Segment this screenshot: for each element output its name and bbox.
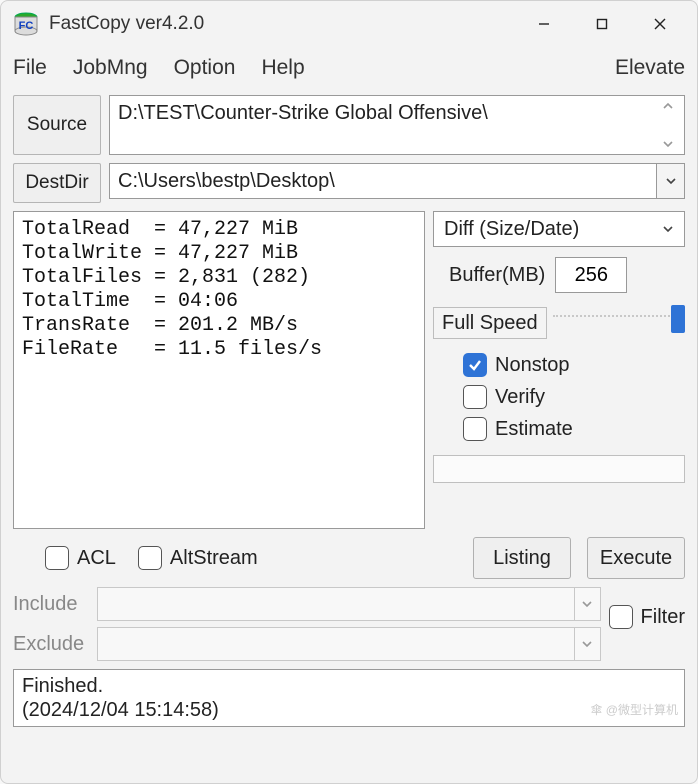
filter-label: Filter (641, 606, 685, 629)
menubar: File JobMng Option Help Elevate (1, 47, 697, 89)
app-icon: FC (13, 11, 39, 37)
include-dropdown[interactable] (574, 588, 600, 620)
maximize-button[interactable] (573, 4, 631, 44)
watermark: 傘 @微型计算机 (590, 698, 678, 722)
speed-slider[interactable] (553, 315, 685, 343)
destdir-button[interactable]: DestDir (13, 163, 101, 203)
destdir-input[interactable]: C:\Users\bestp\Desktop\ (109, 163, 657, 199)
stats-panel: TotalRead = 47,227 MiB TotalWrite = 47,2… (13, 211, 425, 529)
listing-button[interactable]: Listing (473, 537, 571, 579)
buffer-label: Buffer(MB) (449, 264, 545, 287)
acl-label: ACL (77, 547, 116, 570)
mini-status-box (433, 455, 685, 483)
titlebar: FC FastCopy ver4.2.0 (1, 1, 697, 47)
verify-label: Verify (495, 386, 545, 409)
verify-checkbox[interactable]: Verify (463, 385, 685, 409)
menu-elevate[interactable]: Elevate (615, 56, 685, 80)
app-title: FastCopy ver4.2.0 (49, 13, 204, 35)
copy-mode-select[interactable]: Diff (Size/Date) (433, 211, 685, 247)
minimize-button[interactable] (515, 4, 573, 44)
source-button[interactable]: Source (13, 95, 101, 155)
checkbox-icon (463, 385, 487, 409)
altstream-checkbox[interactable]: AltStream (138, 546, 258, 570)
source-path-text: D:\TEST\Counter-Strike Global Offensive\ (118, 102, 488, 125)
filter-checkbox[interactable]: Filter (609, 605, 685, 629)
menu-option[interactable]: Option (174, 56, 236, 80)
close-button[interactable] (631, 4, 689, 44)
checkbox-icon (609, 605, 633, 629)
include-label: Include (13, 593, 89, 616)
checkbox-icon (138, 546, 162, 570)
checkbox-icon (463, 353, 487, 377)
checkbox-icon (463, 417, 487, 441)
svg-text:FC: FC (19, 20, 34, 32)
menu-help[interactable]: Help (261, 56, 304, 80)
destdir-dropdown[interactable] (657, 163, 685, 199)
exclude-label: Exclude (13, 633, 89, 656)
source-scroll-arrows[interactable] (662, 100, 680, 150)
speed-slider-thumb[interactable] (671, 305, 685, 333)
nonstop-label: Nonstop (495, 354, 570, 377)
acl-checkbox[interactable]: ACL (45, 546, 116, 570)
exclude-dropdown[interactable] (574, 628, 600, 660)
status-line2: (2024/12/04 15:14:58) (22, 698, 676, 722)
estimate-label: Estimate (495, 418, 573, 441)
menu-jobmng[interactable]: JobMng (73, 56, 148, 80)
exclude-input[interactable] (97, 627, 601, 661)
estimate-checkbox[interactable]: Estimate (463, 417, 685, 441)
copy-mode-value: Diff (Size/Date) (444, 218, 579, 241)
status-panel: Finished. (2024/12/04 15:14:58) 傘 @微型计算机 (13, 669, 685, 727)
nonstop-checkbox[interactable]: Nonstop (463, 353, 685, 377)
menu-file[interactable]: File (13, 56, 47, 80)
app-window: FC FastCopy ver4.2.0 File JobMng Option … (0, 0, 698, 784)
buffer-input[interactable] (555, 257, 627, 293)
include-input[interactable] (97, 587, 601, 621)
status-line1: Finished. (22, 674, 676, 698)
destdir-text: C:\Users\bestp\Desktop\ (118, 170, 335, 193)
execute-button[interactable]: Execute (587, 537, 685, 579)
altstream-label: AltStream (170, 547, 258, 570)
checkbox-icon (45, 546, 69, 570)
source-path-input[interactable]: D:\TEST\Counter-Strike Global Offensive\ (109, 95, 685, 155)
speed-label: Full Speed (433, 307, 547, 339)
